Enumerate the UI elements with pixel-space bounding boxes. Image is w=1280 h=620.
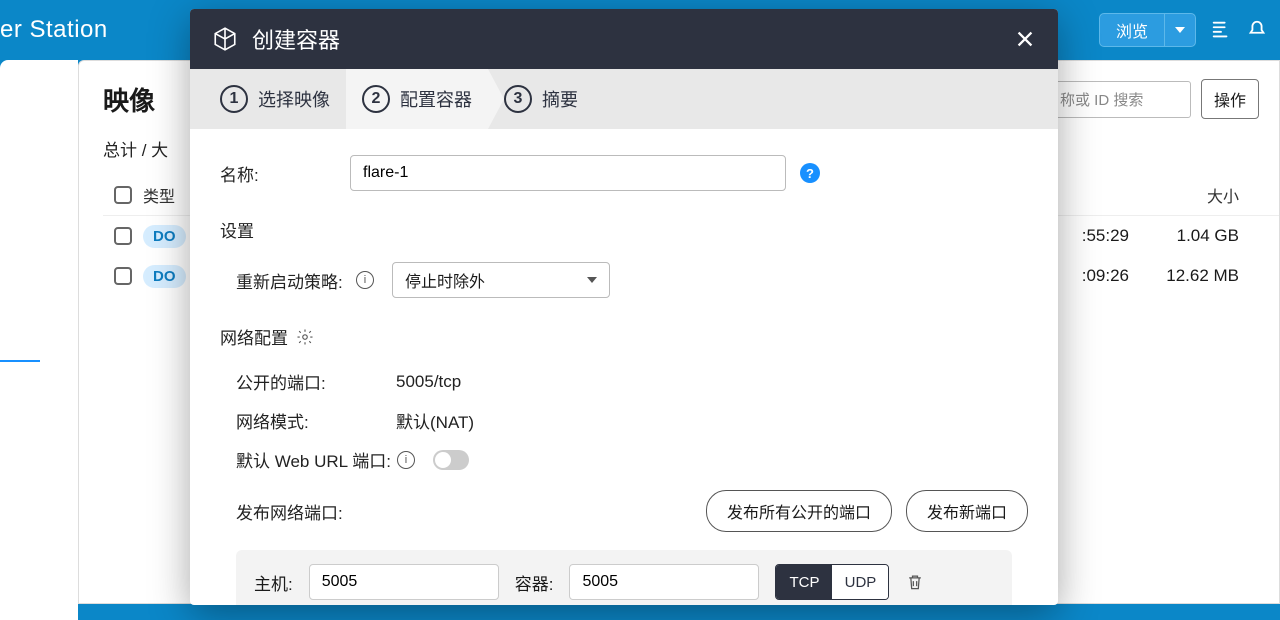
settings-title: 设置 <box>220 217 1028 242</box>
chevron-down-icon <box>1175 27 1185 33</box>
step-1[interactable]: 1选择映像 <box>204 69 346 129</box>
trash-icon[interactable] <box>905 571 925 593</box>
publish-label: 发布网络端口: <box>236 499 396 524</box>
col-size: 大小 <box>1159 183 1279 207</box>
open-port-label: 公开的端口: <box>236 369 396 394</box>
type-badge: DO <box>143 265 186 288</box>
host-label: 主机: <box>254 570 293 595</box>
sidebar <box>0 60 78 620</box>
row-checkbox[interactable] <box>114 227 132 245</box>
container-port-input[interactable] <box>569 564 759 600</box>
container-label: 容器: <box>515 570 554 595</box>
protocol-segment: TCP UDP <box>775 564 889 600</box>
browse-dropdown[interactable] <box>1164 14 1195 46</box>
chevron-down-icon <box>587 277 597 283</box>
step-3[interactable]: 3摘要 <box>488 69 594 129</box>
network-title: 网络配置 <box>220 324 1028 349</box>
app-title: er Station <box>0 16 108 44</box>
row-checkbox[interactable] <box>114 267 132 285</box>
net-mode-value: 默认(NAT) <box>396 408 474 433</box>
restart-label: 重新启动策略: <box>236 268 350 293</box>
help-icon[interactable]: ? <box>800 163 820 183</box>
info-icon[interactable]: i <box>356 271 374 289</box>
info-icon[interactable]: i <box>397 451 415 469</box>
host-port-input[interactable] <box>309 564 499 600</box>
web-url-toggle[interactable] <box>433 450 469 470</box>
operate-button[interactable]: 操作 <box>1201 79 1259 119</box>
tcp-segment[interactable]: TCP <box>776 565 832 599</box>
close-icon[interactable] <box>1014 28 1036 50</box>
browse-label: 浏览 <box>1100 18 1164 42</box>
net-mode-label: 网络模式: <box>236 408 396 433</box>
name-input[interactable] <box>350 155 786 191</box>
wizard-steps: 1选择映像 2配置容器 3摘要 <box>190 69 1058 129</box>
gear-icon[interactable] <box>296 328 314 346</box>
bell-icon[interactable] <box>1246 19 1268 41</box>
port-mapping-row: 主机: 容器: TCP UDP <box>236 550 1012 605</box>
modal-title: 创建容器 <box>252 23 1000 55</box>
row-size: 1.04 GB <box>1159 226 1279 246</box>
type-badge: DO <box>143 225 186 248</box>
select-all-checkbox[interactable] <box>114 186 132 204</box>
step-2[interactable]: 2配置容器 <box>346 69 488 129</box>
row-size: 12.62 MB <box>1159 266 1279 286</box>
publish-all-button[interactable]: 发布所有公开的端口 <box>706 490 892 532</box>
name-label: 名称: <box>220 161 350 186</box>
web-url-label: 默认 Web URL 端口: <box>236 447 391 472</box>
publish-new-button[interactable]: 发布新端口 <box>906 490 1028 532</box>
create-container-modal: 创建容器 1选择映像 2配置容器 3摘要 名称: ? 设置 重新启动策略: i … <box>190 9 1058 605</box>
restart-value: 停止时除外 <box>405 268 485 292</box>
browse-button[interactable]: 浏览 <box>1099 13 1196 47</box>
udp-segment[interactable]: UDP <box>832 565 888 599</box>
open-port-value: 5005/tcp <box>396 372 461 392</box>
restart-policy-select[interactable]: 停止时除外 <box>392 262 610 298</box>
log-icon[interactable] <box>1210 19 1232 41</box>
cube-icon <box>212 26 238 52</box>
